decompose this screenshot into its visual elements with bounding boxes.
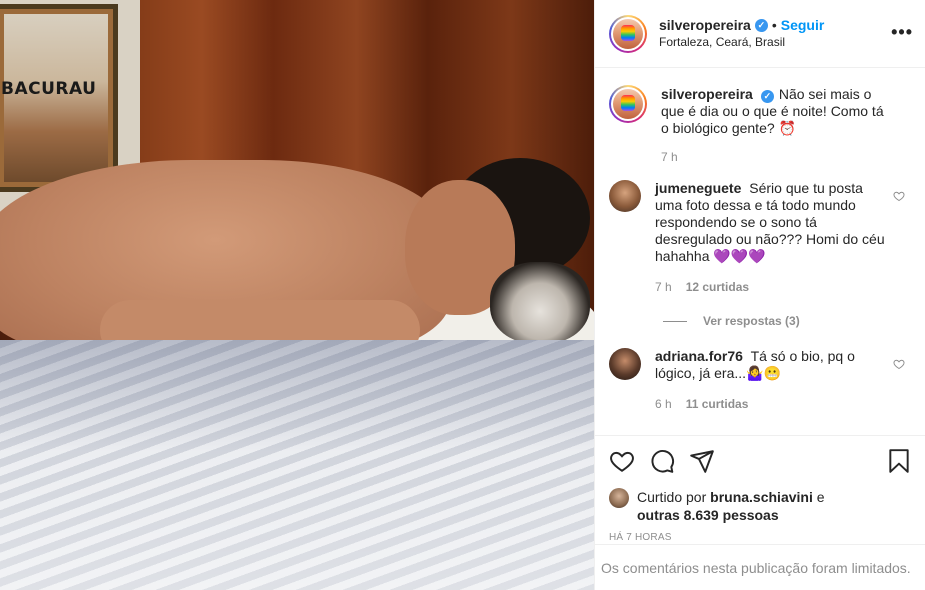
- post-side-panel: silveropereira ✓ • Seguir Fortaleza, Cea…: [594, 0, 925, 590]
- follow-button[interactable]: Seguir: [781, 17, 825, 34]
- commenter-avatar[interactable]: [609, 348, 641, 380]
- comment-likes[interactable]: 12 curtidas: [686, 279, 749, 296]
- header-separator: •: [771, 16, 777, 33]
- comments-list[interactable]: silveropereira ✓ Não sei mais o que é dia …: [595, 68, 925, 434]
- caption: silveropereira ✓ Não sei mais o que é dia …: [609, 84, 909, 166]
- likes-prefix: Curtido por: [637, 489, 707, 505]
- post-header: silveropereira ✓ • Seguir Fortaleza, Cea…: [595, 0, 925, 68]
- view-replies-label: Ver respostas (3): [703, 314, 800, 328]
- liker-username[interactable]: bruna.schiavini: [710, 489, 813, 505]
- heart-icon[interactable]: [609, 448, 635, 474]
- comment-author[interactable]: adriana.for76: [655, 348, 743, 364]
- caption-author[interactable]: silveropereira: [661, 86, 753, 102]
- comment-time[interactable]: 7 h: [655, 279, 672, 296]
- post-photo[interactable]: BACURAU: [0, 0, 594, 590]
- comment-author[interactable]: jumeneguete: [655, 180, 741, 196]
- verified-badge-icon: ✓: [760, 90, 774, 103]
- more-icon[interactable]: •••: [891, 22, 913, 43]
- photo-cat: [490, 262, 590, 344]
- comment-icon[interactable]: [649, 448, 675, 474]
- poster-title: BACURAU: [1, 79, 97, 99]
- likes-joiner: e: [816, 489, 825, 505]
- likes-summary: Curtido por bruna.schiavini e outras 8.6…: [609, 488, 912, 524]
- photo-poster: BACURAU: [0, 4, 118, 192]
- post-timestamp[interactable]: HÁ 7 HORAS: [609, 532, 912, 543]
- liker-avatar[interactable]: [609, 488, 629, 508]
- comment-likes[interactable]: 11 curtidas: [686, 396, 749, 413]
- comment-time[interactable]: 6 h: [655, 396, 672, 413]
- commenter-avatar[interactable]: [609, 180, 641, 212]
- caption-time[interactable]: 7 h: [661, 149, 678, 166]
- view-replies-button[interactable]: Ver respostas (3): [663, 314, 909, 328]
- verified-badge-icon: ✓: [754, 18, 768, 32]
- bookmark-icon[interactable]: [886, 448, 912, 474]
- share-icon[interactable]: [689, 448, 715, 474]
- author-avatar[interactable]: [609, 14, 647, 53]
- comment-heart-icon[interactable]: [893, 358, 905, 370]
- comment-heart-icon[interactable]: [893, 190, 905, 202]
- likes-others[interactable]: outras 8.639 pessoas: [637, 507, 779, 523]
- author-username[interactable]: silveropereira: [659, 17, 751, 34]
- comment-item: jumeneguete Sério que tu posta uma foto …: [609, 180, 909, 296]
- comment-item: adriana.for76 Tá só o bio, pq o lógico, …: [609, 348, 909, 413]
- caption-author-avatar[interactable]: [609, 85, 647, 123]
- post-actions: Curtido por bruna.schiavini e outras 8.6…: [595, 435, 925, 545]
- post-location[interactable]: Fortaleza, Ceará, Brasil: [659, 34, 824, 51]
- comments-limited-notice: Os comentários nesta publicação foram li…: [595, 544, 925, 590]
